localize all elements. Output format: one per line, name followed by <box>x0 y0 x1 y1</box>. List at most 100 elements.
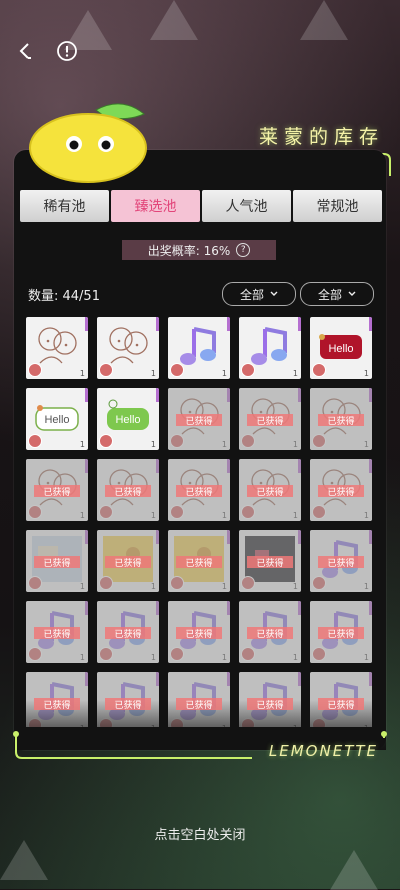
inventory-item[interactable]: 1 已获得 <box>97 530 159 592</box>
item-type-icon <box>312 505 326 519</box>
item-type-icon <box>28 363 42 377</box>
inventory-item[interactable]: Hello 1 <box>310 317 372 379</box>
pool-tabs: 稀有池 臻选池 人气池 常规池 <box>20 190 382 222</box>
exclamation-circle-icon <box>57 41 77 61</box>
tab-rare[interactable]: 稀有池 <box>20 190 109 222</box>
rarity-stripe <box>85 672 88 686</box>
inventory-item[interactable]: 1 <box>97 317 159 379</box>
inventory-item[interactable]: 1 <box>26 317 88 379</box>
item-count: 1 <box>150 582 156 591</box>
inventory-item[interactable]: 1 <box>239 317 301 379</box>
owned-label: 已获得 <box>318 698 364 711</box>
item-type-icon <box>170 576 184 590</box>
rarity-stripe <box>85 459 88 473</box>
item-type-icon <box>241 505 255 519</box>
tab-premium[interactable]: 臻选池 <box>111 190 200 222</box>
owned-label: 已获得 <box>34 485 80 498</box>
inventory-item[interactable]: 1 已获得 <box>168 459 230 521</box>
filter-value: 全部 <box>239 287 264 302</box>
item-count: 1 <box>292 511 298 520</box>
rarity-stripe <box>85 530 88 544</box>
filter-dropdown-1[interactable]: 全部 <box>222 282 296 306</box>
bg-triangle <box>150 0 198 40</box>
item-count: 1 <box>79 511 85 520</box>
rarity-stripe <box>227 459 230 473</box>
owned-label: 已获得 <box>247 627 293 640</box>
item-type-icon <box>170 647 184 661</box>
back-button[interactable] <box>12 38 38 64</box>
question-circle-icon[interactable]: ? <box>236 243 251 257</box>
rarity-stripe <box>298 388 301 402</box>
inventory-item[interactable]: 1 已获得 <box>26 459 88 521</box>
owned-label: 已获得 <box>318 414 364 427</box>
inventory-item[interactable]: 1 已获得 <box>310 530 372 592</box>
inventory-item[interactable]: 1 <box>168 317 230 379</box>
inventory-item[interactable]: 1 已获得 <box>26 530 88 592</box>
inventory-item[interactable]: 1 已获得 <box>97 459 159 521</box>
rarity-stripe <box>369 388 372 402</box>
inventory-item[interactable]: 1 已获得 <box>168 601 230 663</box>
tab-regular[interactable]: 常规池 <box>293 190 382 222</box>
item-type-icon <box>312 434 326 448</box>
hello-text: Hello <box>115 414 141 426</box>
item-type-icon <box>170 363 184 377</box>
inventory-item[interactable]: 1 已获得 <box>239 601 301 663</box>
owned-label: 已获得 <box>176 485 222 498</box>
item-type-icon <box>241 434 255 448</box>
inventory-item[interactable]: 1 已获得 <box>97 601 159 663</box>
owned-label: 已获得 <box>318 556 364 569</box>
inventory-item[interactable]: 1 已获得 <box>239 530 301 592</box>
item-count: 1 <box>221 582 227 591</box>
item-art <box>245 323 295 369</box>
inventory-item[interactable]: Hello 1 <box>26 388 88 450</box>
rarity-stripe <box>369 317 372 331</box>
hello-text: Hello <box>328 343 354 355</box>
inventory-item[interactable]: 1 已获得 <box>239 388 301 450</box>
rarity-stripe <box>156 672 159 686</box>
item-type-icon <box>99 576 113 590</box>
bg-triangle <box>330 850 378 890</box>
item-count: 1 <box>221 440 227 449</box>
close-hint[interactable]: 点击空白处关闭 <box>0 824 400 843</box>
rarity-stripe <box>298 601 301 615</box>
brand-logo: LEMONETTE <box>268 742 378 760</box>
item-type-icon <box>241 576 255 590</box>
rarity-stripe <box>298 459 301 473</box>
inventory-item[interactable]: 1 已获得 <box>310 601 372 663</box>
owned-label: 已获得 <box>34 698 80 711</box>
owned-label: 已获得 <box>34 556 80 569</box>
inventory-item[interactable]: 1 已获得 <box>26 601 88 663</box>
owned-label: 已获得 <box>247 414 293 427</box>
inventory-item[interactable]: 1 已获得 <box>310 388 372 450</box>
item-type-icon <box>28 576 42 590</box>
info-button[interactable] <box>54 38 80 64</box>
inventory-item[interactable]: 1 已获得 <box>168 530 230 592</box>
item-art <box>174 323 224 369</box>
filter-dropdown-2[interactable]: 全部 <box>300 282 374 306</box>
item-count: 1 <box>150 511 156 520</box>
rarity-stripe <box>227 388 230 402</box>
item-type-icon <box>241 647 255 661</box>
inventory-item[interactable]: Hello 1 <box>97 388 159 450</box>
rarity-stripe <box>369 530 372 544</box>
item-type-icon <box>28 647 42 661</box>
item-count: 1 <box>363 511 369 520</box>
rarity-stripe <box>85 601 88 615</box>
owned-label: 已获得 <box>34 627 80 640</box>
item-type-icon <box>28 434 42 448</box>
item-count: 1 <box>292 653 298 662</box>
inventory-item[interactable]: 1 已获得 <box>239 459 301 521</box>
inventory-item[interactable]: 1 已获得 <box>310 459 372 521</box>
inventory-item[interactable]: 1 已获得 <box>168 388 230 450</box>
rarity-stripe <box>156 388 159 402</box>
item-count: 1 <box>363 582 369 591</box>
owned-label: 已获得 <box>176 627 222 640</box>
tab-popular[interactable]: 人气池 <box>202 190 291 222</box>
item-count: 1 <box>79 653 85 662</box>
item-type-icon <box>312 576 326 590</box>
item-count: 1 <box>221 369 227 378</box>
owned-label: 已获得 <box>247 485 293 498</box>
chevron-left-icon <box>19 43 31 59</box>
owned-label: 已获得 <box>318 485 364 498</box>
item-art <box>32 323 82 369</box>
